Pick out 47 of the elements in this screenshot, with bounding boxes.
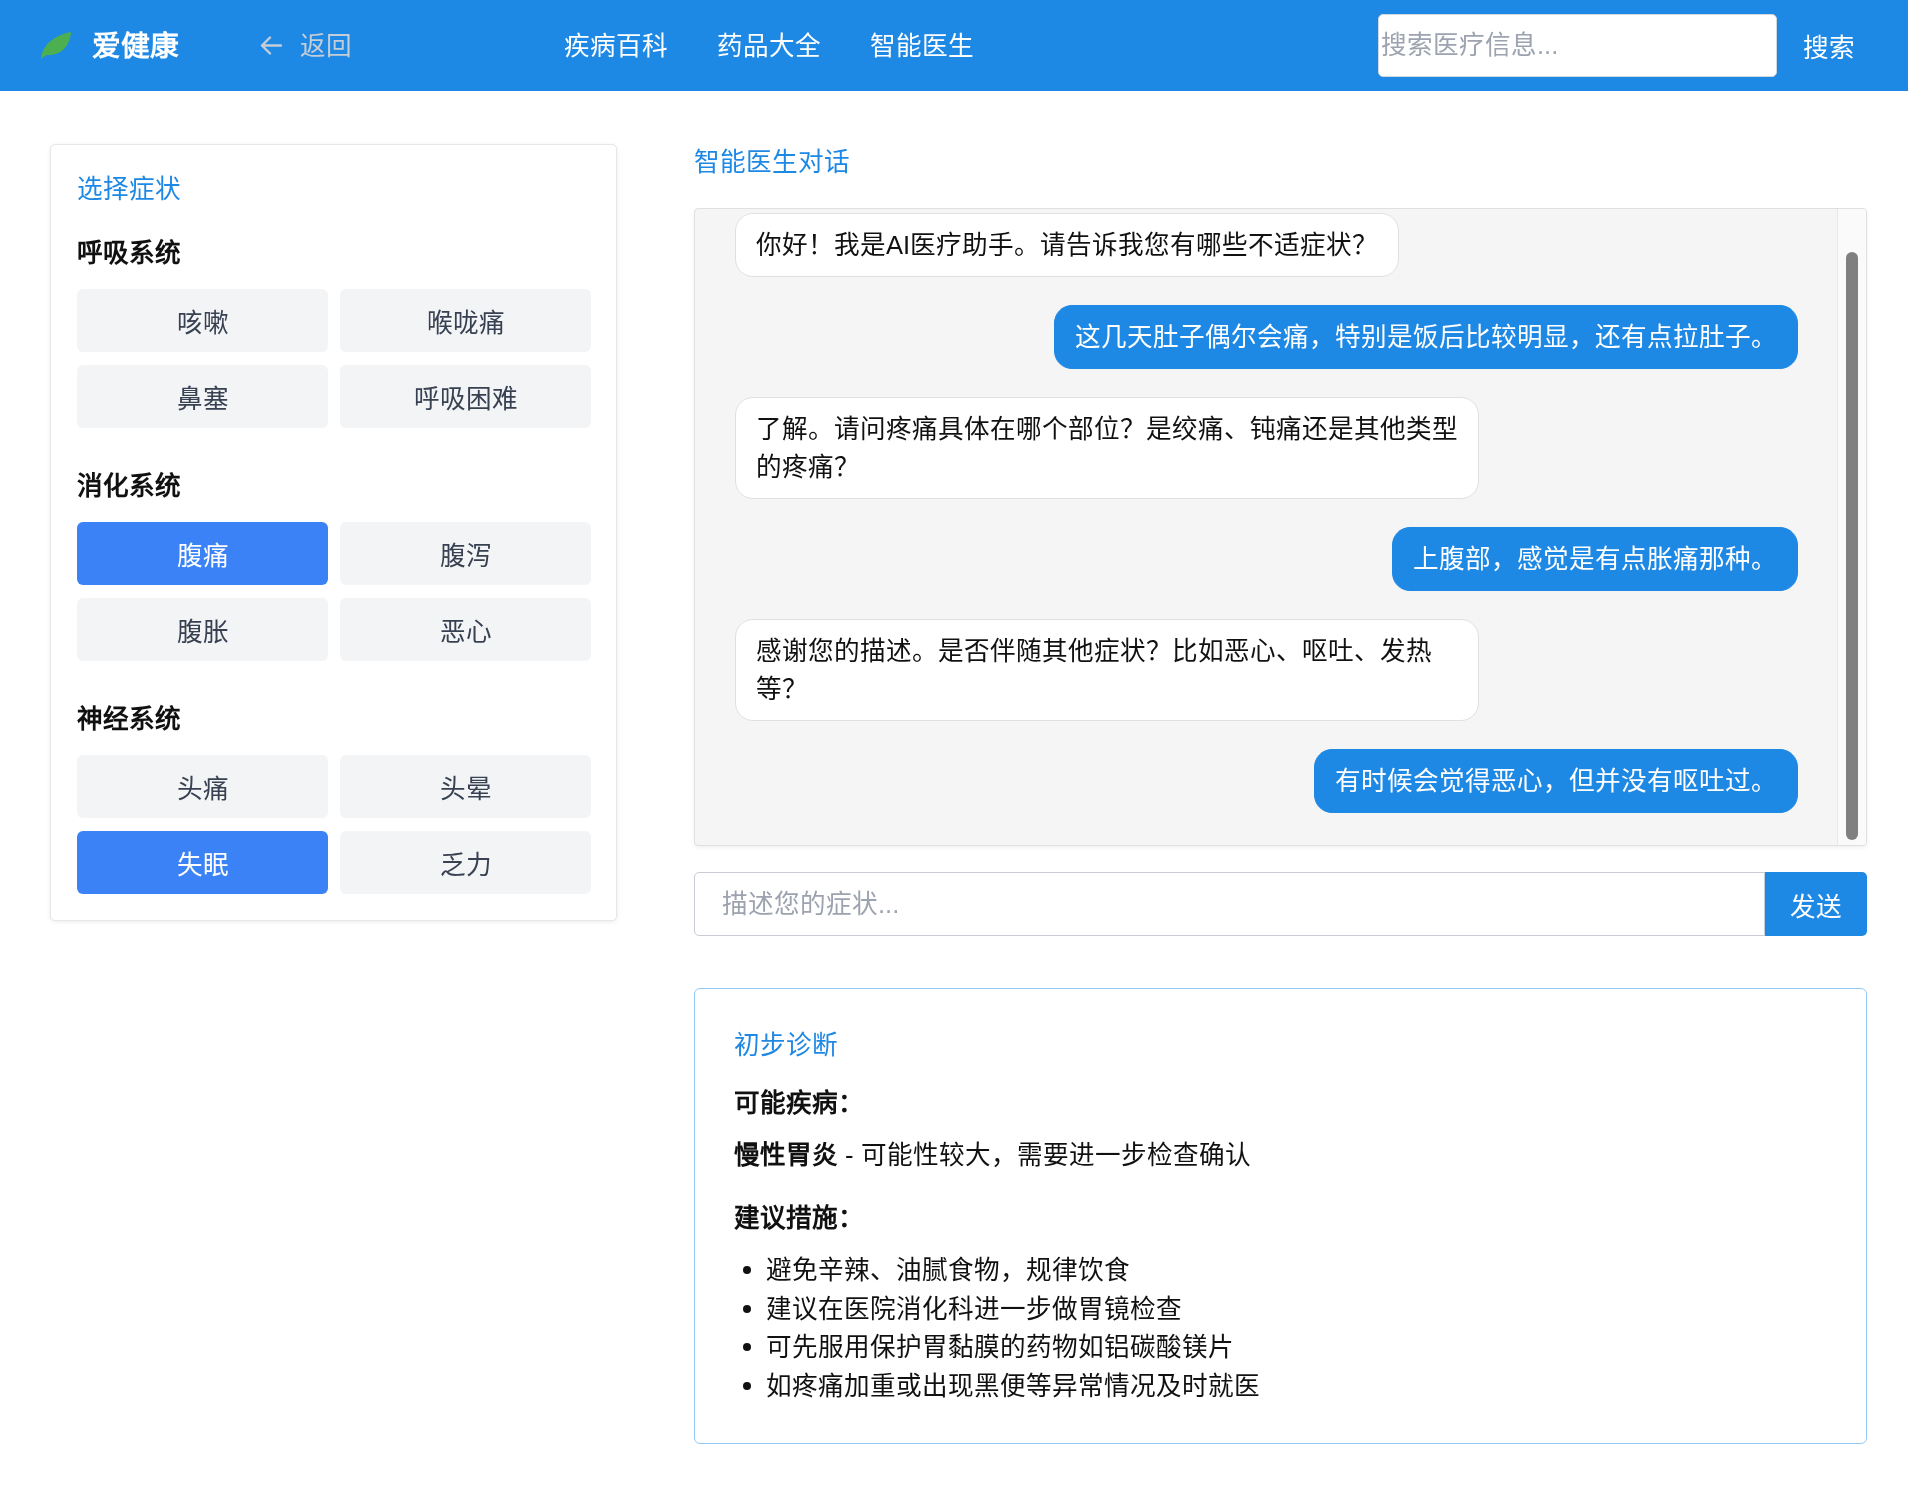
bullet-icon (743, 1266, 751, 1275)
scrollbar[interactable] (1837, 209, 1866, 845)
send-button[interactable]: 发送 (1765, 872, 1867, 936)
advice-item: 避免辛辣、油腻食物，规律饮食 (766, 1255, 1130, 1286)
category-heading: 消化系统 (77, 471, 182, 502)
nav-link[interactable]: 疾病百科 (564, 26, 668, 65)
nav-link[interactable]: 药品大全 (717, 26, 821, 65)
advice-heading: 建议措施： (734, 1203, 865, 1234)
symptom-button[interactable]: 咳嗽 (77, 289, 328, 352)
advice-item: 建议在医院消化科进一步做胃镜检查 (766, 1293, 1182, 1325)
symptom-button[interactable]: 鼻塞 (77, 365, 328, 428)
condition-text: 慢性胃炎 - 可能性较大，需要进一步检查确认 (734, 1140, 1252, 1171)
logo-text: 爱健康 (92, 28, 179, 64)
category-heading: 呼吸系统 (77, 238, 182, 269)
symptom-button[interactable]: 腹胀 (77, 598, 328, 661)
user-message-bubble: 上腹部，感觉是有点胀痛那种。 (1392, 527, 1798, 591)
search-button[interactable]: 搜索 (1777, 14, 1881, 77)
user-message-bubble: 这几天肚子偶尔会痛，特别是饭后比较明显，还有点拉肚子。 (1054, 305, 1798, 369)
search-field[interactable]: 搜索医疗信息... (1378, 14, 1777, 77)
symptom-button[interactable]: 呼吸困难 (340, 365, 591, 428)
assistant-message-bubble: 你好！我是AI医疗助手。请告诉我您有哪些不适症状？ (735, 213, 1400, 277)
advice-item: 如疼痛加重或出现黑便等异常情况及时就医 (766, 1370, 1260, 1402)
symptom-button[interactable]: 腹泻 (340, 522, 591, 585)
symptom-button[interactable]: 头痛 (77, 755, 328, 818)
bullet-icon (743, 1381, 751, 1390)
user-message-bubble: 有时候会觉得恶心，但并没有呕吐过。 (1314, 749, 1798, 813)
bullet-icon (743, 1304, 751, 1313)
bullet-icon (743, 1343, 751, 1352)
diagnosis-title: 初步诊断 (734, 1030, 839, 1061)
symptom-button[interactable]: 恶心 (340, 598, 591, 661)
conditions-heading: 可能疾病： (734, 1088, 865, 1119)
assistant-message-bubble: 感谢您的描述。是否伴随其他症状？比如恶心、呕吐、发热等？ (735, 619, 1480, 721)
advice-item: 可先服用保护胃黏膜的药物如铝碳酸镁片 (766, 1332, 1234, 1363)
message-input[interactable]: 描述您的症状... (694, 872, 1765, 936)
nav-link[interactable]: 智能医生 (870, 26, 974, 65)
assistant-message-bubble: 了解。请问疼痛具体在哪个部位？是绞痛、钝痛还是其他类型的疼痛？ (735, 397, 1480, 499)
scrollbar-thumb[interactable] (1846, 252, 1858, 840)
symptom-button[interactable]: 腹痛 (77, 522, 328, 585)
leaf-icon (40, 32, 71, 59)
symptom-button[interactable]: 喉咙痛 (340, 289, 591, 352)
chat-title: 智能医生对话 (694, 147, 851, 178)
arrow-left-icon (260, 36, 282, 55)
symptom-button[interactable]: 头晕 (340, 755, 591, 818)
panel-title: 选择症状 (77, 174, 182, 205)
category-heading: 神经系统 (77, 704, 182, 735)
symptom-button[interactable]: 乏力 (340, 831, 591, 894)
symptom-button[interactable]: 失眠 (77, 831, 328, 894)
